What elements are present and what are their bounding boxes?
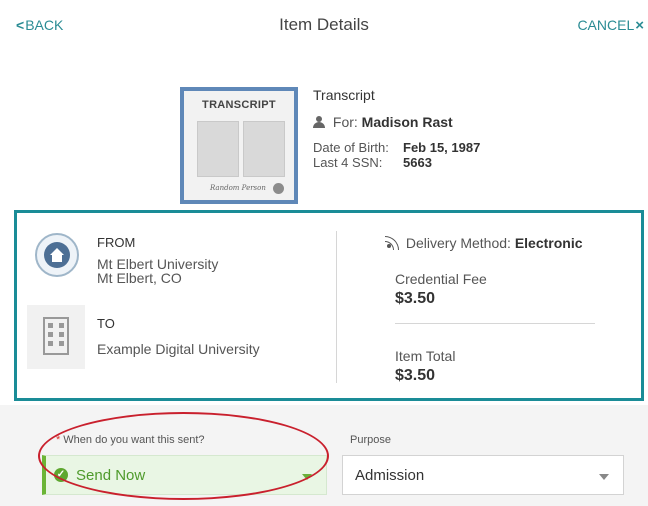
required-mark: *	[56, 434, 61, 446]
chevron-down-icon	[302, 474, 312, 480]
order-details-box: FROM Mt Elbert University Mt Elbert, CO …	[14, 210, 644, 401]
purpose-dropdown[interactable]: Admission	[342, 455, 624, 495]
close-icon: ×	[635, 17, 644, 34]
total-value: $3.50	[395, 367, 436, 384]
when-label: * When do you want this sent?	[56, 434, 205, 446]
ssn-value: 5663	[403, 155, 432, 170]
header-bar: <BACK Item Details CANCEL×	[0, 0, 648, 48]
send-timing-value: Send Now	[76, 467, 146, 484]
from-institution: Mt Elbert University Mt Elbert, CO	[97, 257, 218, 285]
student-id-block: Date of Birth: Feb 15, 1987 Last 4 SSN: 56…	[313, 140, 480, 170]
item-name: Transcript	[313, 87, 375, 103]
building-icon	[27, 305, 85, 369]
vertical-divider	[336, 231, 337, 383]
ssn-label: Last 4 SSN:	[313, 155, 383, 170]
chevron-down-icon	[599, 474, 609, 480]
delivery-method: Delivery Method: Electronic	[385, 235, 583, 251]
page-title: Item Details	[279, 15, 369, 34]
fee-label: Credential Fee	[395, 271, 487, 287]
dob-value: Feb 15, 1987	[403, 140, 481, 155]
from-location: Mt Elbert, CO	[97, 270, 182, 286]
thumbnail-seal-icon	[273, 183, 284, 194]
to-name: Example Digital University	[97, 341, 260, 357]
check-icon: ✓	[54, 468, 68, 482]
from-name: Mt Elbert University	[97, 256, 219, 272]
for-name: Madison Rast	[361, 114, 453, 130]
thumbnail-title: TRANSCRIPT	[202, 99, 276, 111]
for-label: For:	[332, 114, 358, 130]
thumbnail-column-right	[243, 121, 285, 177]
delivery-label: Delivery Method:	[405, 235, 511, 251]
horizontal-divider	[395, 323, 595, 324]
recipient-row: For: Madison Rast	[313, 114, 453, 130]
university-seal-icon	[35, 233, 79, 277]
dob-label: Date of Birth:	[313, 140, 389, 155]
fee-value: $3.50	[395, 290, 436, 307]
signal-icon	[385, 236, 399, 250]
send-timing-dropdown[interactable]: ✓ Send Now	[42, 455, 327, 495]
transcript-thumbnail: TRANSCRIPT Random Person	[180, 87, 298, 204]
purpose-label: Purpose	[350, 434, 391, 446]
delivery-value: Electronic	[514, 235, 583, 251]
purpose-value: Admission	[355, 467, 425, 484]
cancel-button[interactable]: CANCEL×	[577, 17, 644, 34]
thumbnail-column-left	[197, 121, 239, 177]
cancel-label: CANCEL	[577, 17, 635, 33]
thumbnail-signature: Random Person	[210, 184, 266, 192]
to-label: TO	[97, 316, 115, 331]
person-icon	[313, 116, 325, 128]
from-label: FROM	[97, 235, 136, 250]
total-label: Item Total	[395, 348, 456, 364]
when-label-text: When do you want this sent?	[63, 434, 205, 446]
